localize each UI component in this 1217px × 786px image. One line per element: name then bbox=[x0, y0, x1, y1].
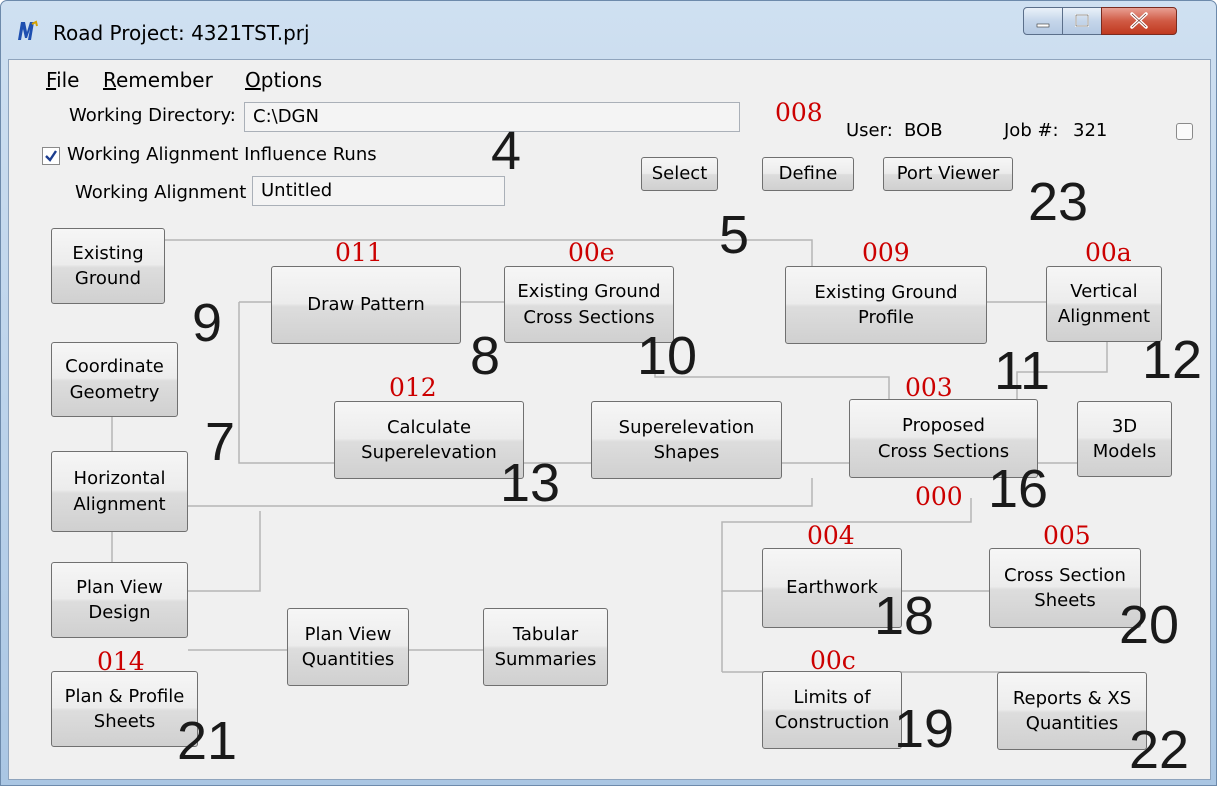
annotation-16: 16 bbox=[988, 459, 1049, 519]
close-icon bbox=[1130, 12, 1148, 29]
3d-models-button[interactable]: 3D Models bbox=[1077, 401, 1172, 477]
minimize-icon bbox=[1036, 23, 1050, 28]
node-label: Superelevation bbox=[618, 416, 755, 438]
plan-view-quantities-button[interactable]: Plan View Quantities bbox=[287, 608, 409, 686]
code-012: 012 bbox=[389, 373, 437, 402]
maximize-button[interactable] bbox=[1062, 7, 1102, 35]
horizontal-alignment-button[interactable]: Horizontal Alignment bbox=[51, 451, 188, 532]
annotation-21: 21 bbox=[177, 711, 238, 771]
node-label: Construction bbox=[774, 712, 890, 733]
annotation-4: 4 bbox=[491, 121, 522, 181]
code-009: 009 bbox=[862, 238, 910, 267]
node-label: Cross Section bbox=[1004, 564, 1126, 586]
node-label: Limits of bbox=[793, 686, 871, 708]
annotation-9: 9 bbox=[192, 293, 223, 353]
node-label: Proposed bbox=[902, 415, 985, 437]
title-bar[interactable]: Road Project: 4321TST.prj bbox=[1, 1, 1216, 56]
node-label: Models bbox=[1092, 441, 1157, 462]
code-011: 011 bbox=[335, 238, 383, 267]
node-label: Sheets bbox=[1034, 590, 1096, 611]
code-000: 000 bbox=[915, 482, 963, 511]
plan-view-design-button[interactable]: Plan View Design bbox=[51, 562, 188, 638]
node-label: Alignment bbox=[73, 493, 166, 515]
annotation-20: 20 bbox=[1119, 595, 1180, 655]
node-label: Plan View bbox=[304, 623, 392, 645]
tabular-summaries-button[interactable]: Tabular Summaries bbox=[483, 608, 608, 686]
existing-ground-profile-button[interactable]: Existing Ground Profile bbox=[785, 266, 987, 344]
annotation-11: 11 bbox=[994, 341, 1051, 401]
app-logo-icon bbox=[18, 20, 38, 40]
node-label: Existing Ground bbox=[814, 281, 958, 303]
code-003: 003 bbox=[905, 373, 953, 402]
plan-profile-sheets-button[interactable]: Plan & Profile Sheets bbox=[51, 671, 198, 747]
node-label: Reports & XS bbox=[1012, 687, 1132, 709]
node-label: Tabular bbox=[512, 623, 579, 645]
node-label: Summaries bbox=[494, 649, 597, 670]
existing-ground-button[interactable]: Existing Ground bbox=[51, 228, 165, 304]
node-label: Sheets bbox=[93, 711, 156, 732]
node-label: Alignment bbox=[1057, 306, 1151, 327]
node-label: Calculate bbox=[386, 416, 472, 438]
node-label: Existing Ground bbox=[517, 281, 661, 303]
annotation-13: 13 bbox=[500, 453, 561, 513]
code-00a: 00a bbox=[1085, 238, 1132, 267]
node-label: Plan & Profile bbox=[64, 685, 185, 707]
annotation-10: 10 bbox=[637, 326, 698, 386]
superelevation-shapes-button[interactable]: Superelevation Shapes bbox=[591, 401, 782, 479]
node-label: Earthwork bbox=[786, 577, 878, 599]
annotation-19: 19 bbox=[894, 699, 955, 759]
node-label: Geometry bbox=[69, 381, 160, 403]
node-label: Superelevation bbox=[361, 442, 497, 463]
annotation-5: 5 bbox=[719, 205, 750, 265]
annotation-7: 7 bbox=[205, 412, 236, 472]
close-button[interactable] bbox=[1101, 7, 1177, 35]
node-label: Ground bbox=[74, 268, 142, 289]
node-label: Design bbox=[88, 602, 151, 623]
node-label: Horizontal bbox=[73, 468, 166, 490]
annotation-22: 22 bbox=[1129, 720, 1190, 780]
node-label: Draw Pattern bbox=[307, 294, 425, 316]
draw-pattern-button[interactable]: Draw Pattern bbox=[271, 266, 461, 344]
code-005: 005 bbox=[1043, 521, 1091, 550]
calculate-superelevation-button[interactable]: Calculate Superelevation bbox=[334, 401, 524, 479]
node-label: Shapes bbox=[653, 442, 720, 463]
limits-of-construction-button[interactable]: Limits of Construction bbox=[762, 671, 902, 749]
coordinate-geometry-button[interactable]: Coordinate Geometry bbox=[51, 342, 178, 417]
node-label: Quantities bbox=[1025, 713, 1119, 734]
client-area: File Remember Options Working Directory:… bbox=[8, 59, 1211, 780]
node-label: Quantities bbox=[301, 649, 395, 670]
node-label: Coordinate bbox=[65, 356, 164, 378]
node-label: Existing bbox=[72, 242, 144, 264]
window-title: Road Project: 4321TST.prj bbox=[53, 21, 310, 45]
code-004: 004 bbox=[807, 521, 855, 550]
node-label: Vertical bbox=[1070, 280, 1138, 302]
code-00e: 00e bbox=[568, 238, 615, 267]
annotation-12: 12 bbox=[1142, 330, 1203, 390]
node-label: 3D bbox=[1111, 415, 1138, 437]
node-label: Profile bbox=[858, 307, 914, 328]
application-window: Road Project: 4321TST.prj File Remember … bbox=[0, 0, 1217, 786]
reports-xs-quantities-button[interactable]: Reports & XS Quantities bbox=[997, 672, 1147, 750]
code-00c: 00c bbox=[810, 646, 856, 675]
code-014: 014 bbox=[97, 647, 145, 676]
annotation-18: 18 bbox=[874, 586, 935, 646]
minimize-button[interactable] bbox=[1023, 7, 1063, 35]
node-label: Plan View bbox=[76, 576, 163, 598]
maximize-icon bbox=[1075, 14, 1089, 27]
annotation-8: 8 bbox=[470, 326, 501, 386]
annotation-23: 23 bbox=[1028, 172, 1089, 232]
